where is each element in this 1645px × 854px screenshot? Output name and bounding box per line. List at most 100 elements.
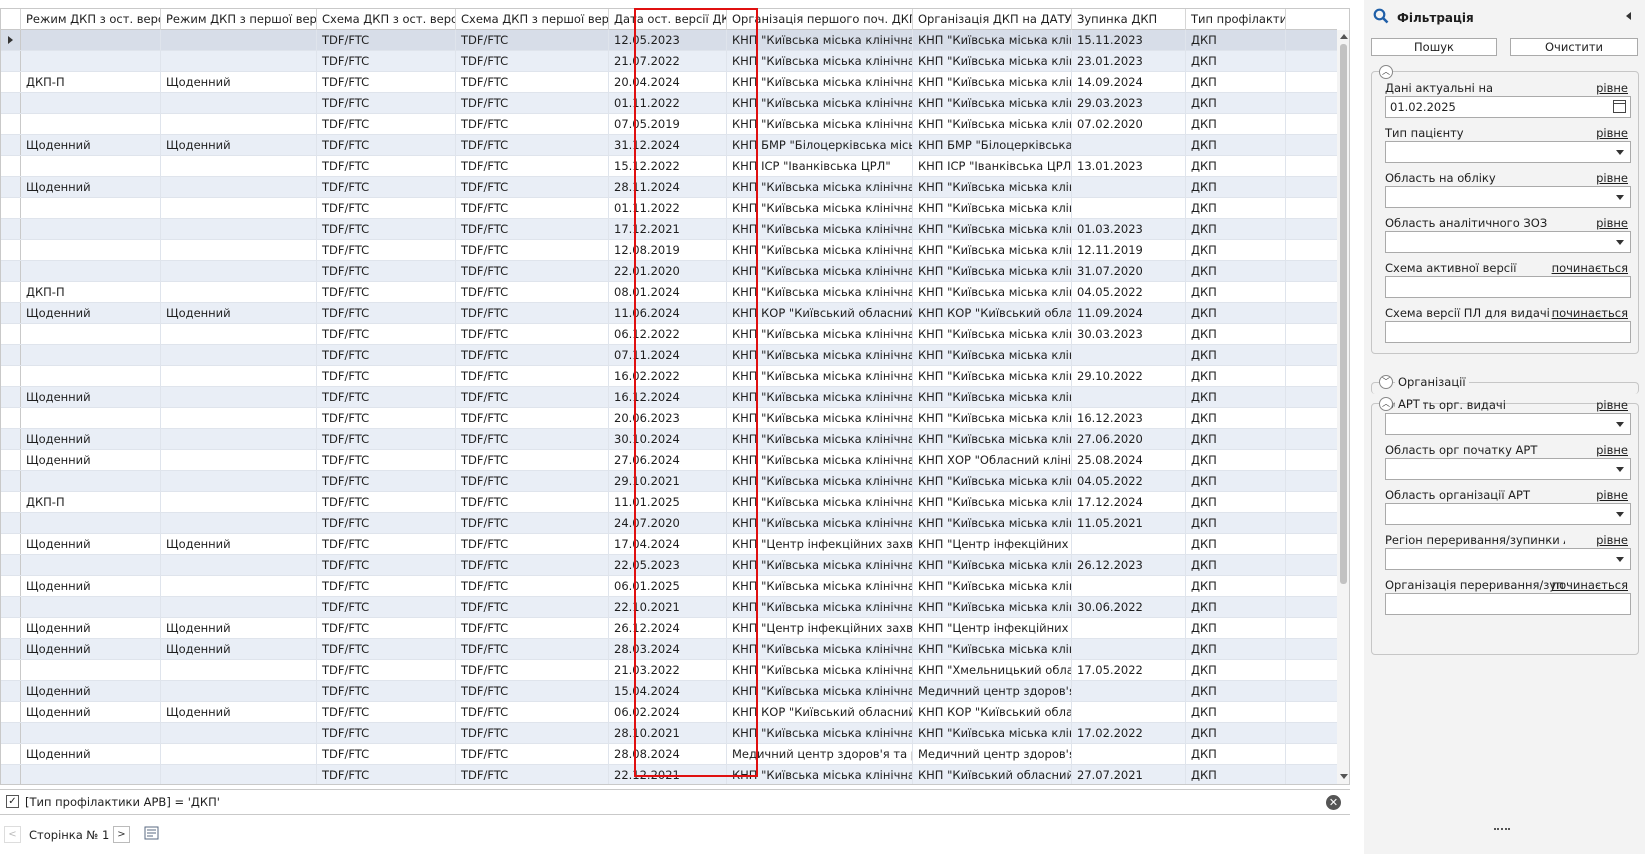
cell-type[interactable]: ДКП xyxy=(1186,387,1286,407)
cell-scheme-last[interactable]: TDF/FTC xyxy=(317,471,456,491)
fields-0-operator-link[interactable]: рівне xyxy=(1596,81,1628,95)
row-indicator[interactable] xyxy=(1,576,21,596)
cell-type[interactable]: ДКП xyxy=(1186,660,1286,680)
row-indicator[interactable] xyxy=(1,744,21,764)
chevron-down-icon[interactable] xyxy=(1616,422,1624,427)
cell-stop[interactable] xyxy=(1072,198,1186,218)
cell-type[interactable]: ДКП xyxy=(1186,303,1286,323)
cell-mode-last[interactable] xyxy=(21,765,161,784)
clear-button[interactable]: Очистити xyxy=(1510,38,1638,56)
cell-scheme-last[interactable]: TDF/FTC xyxy=(317,303,456,323)
cell-mode-last[interactable] xyxy=(21,660,161,680)
row-indicator[interactable] xyxy=(1,198,21,218)
cell-org-date[interactable]: КНП "Київська міська клінічна... xyxy=(913,51,1072,71)
cell-mode-first[interactable] xyxy=(161,555,317,575)
cell-scheme-first[interactable]: TDF/FTC xyxy=(456,93,609,113)
cell-org-date[interactable]: КНП "Київська міська клінічна... xyxy=(913,366,1072,386)
cell-scheme-last[interactable]: TDF/FTC xyxy=(317,597,456,617)
cell-mode-first[interactable] xyxy=(161,387,317,407)
cell-scheme-last[interactable]: TDF/FTC xyxy=(317,135,456,155)
cell-stop[interactable]: 27.07.2021 xyxy=(1072,765,1186,784)
cell-stop[interactable]: 14.09.2024 xyxy=(1072,72,1186,92)
cell-org-date[interactable]: Медичний центр здоров'я... xyxy=(913,744,1072,764)
cell-scheme-last[interactable]: TDF/FTC xyxy=(317,198,456,218)
cell-scheme-last[interactable]: TDF/FTC xyxy=(317,51,456,71)
collapse-group-icon[interactable]: ︿ xyxy=(1379,65,1393,79)
cell-stop[interactable]: 23.01.2023 xyxy=(1072,51,1186,71)
cell-mode-last[interactable] xyxy=(21,597,161,617)
cell-scheme-last[interactable]: TDF/FTC xyxy=(317,660,456,680)
cell-stop[interactable]: 30.03.2023 xyxy=(1072,324,1186,344)
cell-mode-last[interactable]: Щоденний xyxy=(21,576,161,596)
row-indicator[interactable] xyxy=(1,471,21,491)
cell-type[interactable]: ДКП xyxy=(1186,51,1286,71)
cell-stop[interactable]: 11.05.2021 xyxy=(1072,513,1186,533)
cell-mode-first[interactable]: Щоденний xyxy=(161,702,317,722)
cell-mode-first[interactable] xyxy=(161,156,317,176)
cell-scheme-last[interactable]: TDF/FTC xyxy=(317,261,456,281)
cell-scheme-first[interactable]: TDF/FTC xyxy=(456,450,609,470)
cell-mode-last[interactable]: Щоденний xyxy=(21,744,161,764)
cell-stop[interactable]: 01.03.2023 xyxy=(1072,219,1186,239)
cell-scheme-last[interactable]: TDF/FTC xyxy=(317,345,456,365)
cell-org-date[interactable]: КНП "Київська міська клінічна... xyxy=(913,387,1072,407)
cell-scheme-first[interactable]: TDF/FTC xyxy=(456,618,609,638)
cell-scheme-first[interactable]: TDF/FTC xyxy=(456,702,609,722)
cell-org-date[interactable]: КНП "Київська міська клінічна... xyxy=(913,261,1072,281)
fields-2-operator-link[interactable]: рівне xyxy=(1596,171,1628,185)
art-fields-2-operator-link[interactable]: рівне xyxy=(1596,488,1628,502)
cell-org-date[interactable]: КНП ІСР "Іванківська ЦРЛ" xyxy=(913,156,1072,176)
cell-mode-first[interactable] xyxy=(161,219,317,239)
cell-stop[interactable]: 16.12.2023 xyxy=(1072,408,1186,428)
cell-org-date[interactable]: КНП "Центр інфекційних з... xyxy=(913,618,1072,638)
cell-org-date[interactable]: КНП КОР "Київський облас... xyxy=(913,303,1072,323)
cell-scheme-last[interactable]: TDF/FTC xyxy=(317,765,456,784)
cell-scheme-first[interactable]: TDF/FTC xyxy=(456,303,609,323)
cell-type[interactable]: ДКП xyxy=(1186,198,1286,218)
cell-type[interactable]: ДКП xyxy=(1186,177,1286,197)
cell-stop[interactable] xyxy=(1072,618,1186,638)
cell-org-date[interactable]: КНП "Київська міська клінічна... xyxy=(913,408,1072,428)
cell-org-date[interactable]: КНП "Хмельницький облас... xyxy=(913,660,1072,680)
cell-scheme-first[interactable]: TDF/FTC xyxy=(456,744,609,764)
cell-mode-last[interactable]: Щоденний xyxy=(21,534,161,554)
page-settings-icon[interactable] xyxy=(143,826,160,843)
row-indicator[interactable] xyxy=(1,114,21,134)
cell-mode-first[interactable]: Щоденний xyxy=(161,135,317,155)
cell-type[interactable]: ДКП xyxy=(1186,492,1286,512)
cell-scheme-first[interactable]: TDF/FTC xyxy=(456,177,609,197)
cell-org-date[interactable]: КНП "Київська міська клінічна... xyxy=(913,429,1072,449)
cell-stop[interactable] xyxy=(1072,681,1186,701)
cell-org-date[interactable]: КНП КОР "Київський облас... xyxy=(913,702,1072,722)
cell-mode-last[interactable] xyxy=(21,261,161,281)
row-indicator[interactable] xyxy=(1,639,21,659)
cell-stop[interactable]: 12.11.2019 xyxy=(1072,240,1186,260)
cell-type[interactable]: ДКП xyxy=(1186,450,1286,470)
cell-type[interactable]: ДКП xyxy=(1186,576,1286,596)
cell-mode-first[interactable] xyxy=(161,429,317,449)
cell-scheme-last[interactable]: TDF/FTC xyxy=(317,639,456,659)
cell-scheme-first[interactable]: TDF/FTC xyxy=(456,408,609,428)
cell-type[interactable]: ДКП xyxy=(1186,72,1286,92)
chevron-down-icon[interactable] xyxy=(1616,240,1624,245)
cell-mode-last[interactable] xyxy=(21,219,161,239)
cell-mode-last[interactable] xyxy=(21,723,161,743)
cell-mode-last[interactable] xyxy=(21,513,161,533)
cell-mode-last[interactable] xyxy=(21,198,161,218)
cell-scheme-first[interactable]: TDF/FTC xyxy=(456,51,609,71)
row-indicator[interactable] xyxy=(1,135,21,155)
cell-scheme-last[interactable]: TDF/FTC xyxy=(317,177,456,197)
art-fields-2-input[interactable] xyxy=(1385,503,1631,525)
cell-type[interactable]: ДКП xyxy=(1186,408,1286,428)
cell-mode-first[interactable] xyxy=(161,93,317,113)
cell-mode-first[interactable] xyxy=(161,597,317,617)
cell-mode-last[interactable] xyxy=(21,240,161,260)
cell-stop[interactable] xyxy=(1072,702,1186,722)
row-indicator[interactable] xyxy=(1,240,21,260)
row-indicator[interactable] xyxy=(1,261,21,281)
row-indicator[interactable] xyxy=(1,177,21,197)
cell-scheme-first[interactable]: TDF/FTC xyxy=(456,471,609,491)
fields-5-operator-link[interactable]: починається xyxy=(1552,306,1628,320)
cell-type[interactable]: ДКП xyxy=(1186,240,1286,260)
cell-org-date[interactable]: КНП "Київська міська клінічна... xyxy=(913,114,1072,134)
